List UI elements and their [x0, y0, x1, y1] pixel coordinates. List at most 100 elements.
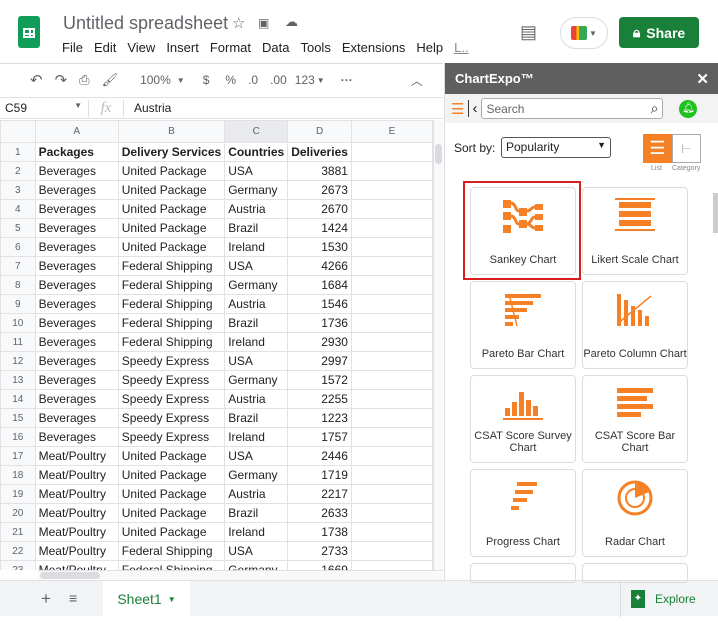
cell[interactable]: USA	[224, 446, 289, 466]
format-select[interactable]: 123	[295, 73, 315, 87]
panel-scrollbar[interactable]	[713, 193, 718, 593]
cell[interactable]: Federal Shipping	[117, 256, 226, 276]
cell[interactable]: Speedy Express	[117, 370, 226, 390]
row-header[interactable]: 17	[0, 446, 36, 466]
cell[interactable]	[350, 256, 433, 276]
cell[interactable]: Germany	[224, 465, 289, 485]
cell[interactable]	[350, 560, 433, 570]
cloud-status-icon[interactable]: ☁	[285, 14, 298, 30]
row-header[interactable]: 14	[0, 389, 36, 409]
sheet-tab[interactable]: Sheet1 ▼	[103, 581, 190, 617]
cell[interactable]: Beverages	[34, 408, 119, 428]
spreadsheet-grid[interactable]: A B C D E 1 Packages Delivery Services Countries…	[0, 120, 433, 570]
cell[interactable]: 2633	[287, 503, 352, 523]
cell[interactable]	[350, 332, 433, 352]
row-header[interactable]: 12	[0, 351, 36, 371]
cell[interactable]	[350, 465, 433, 485]
cell[interactable]: Meat/Poultry	[34, 446, 119, 466]
horizontal-scrollbar[interactable]	[38, 570, 443, 580]
back-icon[interactable]: ‹	[468, 100, 477, 117]
row-header[interactable]: 23	[0, 560, 36, 570]
cell[interactable]: Countries	[224, 142, 289, 162]
currency-button[interactable]: $	[203, 73, 210, 87]
cell[interactable]: Federal Shipping	[117, 275, 226, 295]
row-header[interactable]: 19	[0, 484, 36, 504]
row-header[interactable]: 1	[0, 142, 36, 162]
row-header[interactable]: 8	[0, 275, 36, 295]
row-header[interactable]: 21	[0, 522, 36, 542]
cell[interactable]: Meat/Poultry	[34, 522, 119, 542]
menu-item[interactable]: Help	[416, 40, 443, 55]
cell[interactable]: 2217	[287, 484, 352, 504]
cell[interactable]: Ireland	[224, 237, 289, 257]
cell[interactable]: Beverages	[34, 218, 119, 238]
percent-button[interactable]: %	[225, 73, 236, 87]
cell[interactable]: Beverages	[34, 351, 119, 371]
print-icon[interactable]: ⎙	[79, 72, 89, 88]
row-header[interactable]: 5	[0, 218, 36, 238]
notification-bell-icon[interactable]: 🔔︎	[679, 99, 698, 118]
cell[interactable]: 2446	[287, 446, 352, 466]
cell[interactable]	[350, 313, 433, 333]
cell[interactable]: United Package	[117, 161, 226, 181]
sort-select[interactable]: Popularity ▼	[501, 137, 611, 158]
row-header[interactable]: 10	[0, 313, 36, 333]
cell[interactable]: 2733	[287, 541, 352, 561]
cell[interactable]: 1669	[287, 560, 352, 570]
sheets-logo[interactable]	[18, 16, 40, 48]
cell[interactable]: Ireland	[224, 522, 289, 542]
cell[interactable]: USA	[224, 351, 289, 371]
cell[interactable]: USA	[224, 541, 289, 561]
cell[interactable]	[350, 180, 433, 200]
cell[interactable]: United Package	[117, 484, 226, 504]
formula-input[interactable]: Austria	[124, 101, 171, 115]
decrease-decimal-button[interactable]: .0	[248, 73, 258, 87]
cell[interactable]: 2997	[287, 351, 352, 371]
cell[interactable]: Austria	[224, 199, 289, 219]
cell[interactable]	[350, 522, 433, 542]
cell[interactable]: Beverages	[34, 199, 119, 219]
cell[interactable]: 2670	[287, 199, 352, 219]
cell[interactable]	[350, 142, 433, 162]
more-icon[interactable]: ···	[341, 73, 353, 87]
cell[interactable]: Beverages	[34, 370, 119, 390]
cell[interactable]: Speedy Express	[117, 351, 226, 371]
cell[interactable]	[350, 541, 433, 561]
cell[interactable]: Beverages	[34, 275, 119, 295]
cell[interactable]: 1546	[287, 294, 352, 314]
cell[interactable]: 3881	[287, 161, 352, 181]
chart-tile[interactable]: Progress Chart	[470, 469, 576, 557]
cell[interactable]: Beverages	[34, 256, 119, 276]
cell[interactable]: Meat/Poultry	[34, 465, 119, 485]
column-header[interactable]: A	[34, 120, 119, 143]
cell[interactable]: United Package	[117, 237, 226, 257]
meet-button[interactable]: ▼	[560, 17, 608, 49]
cell[interactable]: 1572	[287, 370, 352, 390]
chart-tile[interactable]: CSAT Score Survey Chart	[470, 375, 576, 463]
cell[interactable]: Beverages	[34, 427, 119, 447]
share-button[interactable]: 🔒︎ Share	[619, 17, 699, 48]
cell[interactable]: United Package	[117, 503, 226, 523]
cell[interactable]	[350, 408, 433, 428]
chart-tile[interactable]	[470, 563, 576, 583]
cell[interactable]: USA	[224, 161, 289, 181]
add-sheet-icon[interactable]: +	[41, 589, 51, 609]
cell[interactable]: Meat/Poultry	[34, 560, 119, 570]
cell[interactable]: Austria	[224, 294, 289, 314]
cell[interactable]: Germany	[224, 180, 289, 200]
column-header[interactable]: D	[287, 120, 352, 143]
row-header[interactable]: 13	[0, 370, 36, 390]
column-header[interactable]: B	[117, 120, 226, 143]
row-header[interactable]: 11	[0, 332, 36, 352]
chart-tile[interactable]: Pareto Column Chart	[582, 281, 688, 369]
cell[interactable]: Speedy Express	[117, 389, 226, 409]
explore-button[interactable]: ✦ Explore	[620, 581, 718, 617]
redo-icon[interactable]: ↷	[55, 71, 68, 89]
cell[interactable]: 1736	[287, 313, 352, 333]
list-view-button[interactable]: ☰	[643, 134, 672, 163]
cell[interactable]: United Package	[117, 218, 226, 238]
cell[interactable]: Beverages	[34, 237, 119, 257]
cell[interactable]: 1738	[287, 522, 352, 542]
cell[interactable]: Speedy Express	[117, 408, 226, 428]
row-header[interactable]: 3	[0, 180, 36, 200]
